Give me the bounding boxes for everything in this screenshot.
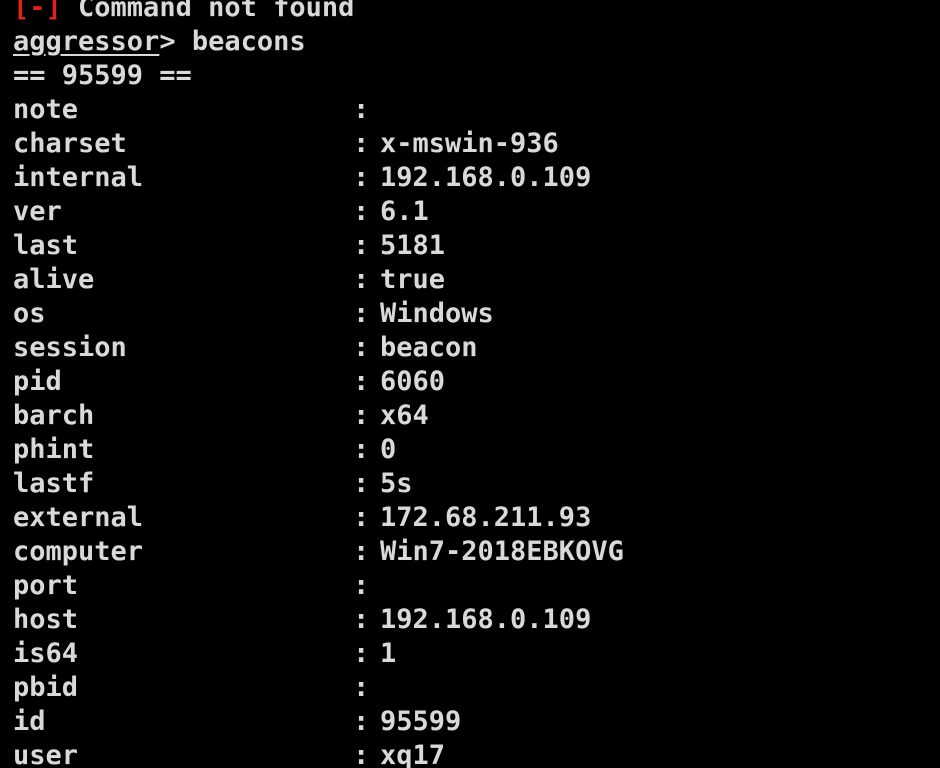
field-value: true bbox=[380, 264, 446, 295]
field-key: session bbox=[13, 332, 127, 363]
field-row-alive: alive: true bbox=[13, 263, 940, 297]
field-value: 5s bbox=[380, 468, 413, 499]
field-value: 6060 bbox=[380, 366, 446, 397]
terminal-window[interactable]: [-] Command not found aggressor> beacons… bbox=[0, 0, 940, 768]
error-line: [-] Command not found bbox=[13, 0, 940, 25]
field-key: note bbox=[13, 94, 79, 125]
field-row-pbid: pbid: bbox=[13, 671, 940, 705]
field-value: 172.68.211.93 bbox=[380, 502, 592, 533]
field-key: id bbox=[13, 706, 46, 737]
prompt-symbol: > bbox=[159, 26, 176, 57]
prompt-name: aggressor bbox=[13, 26, 160, 57]
field-row-last: last:5181 bbox=[13, 229, 940, 263]
field-value: 1 bbox=[380, 638, 397, 669]
field-value: 5181 bbox=[380, 230, 446, 261]
field-separator: : bbox=[353, 366, 370, 397]
field-row-phint: phint:0 bbox=[13, 433, 940, 467]
field-separator: : bbox=[353, 468, 370, 499]
field-key: lastf bbox=[13, 468, 95, 499]
field-row-external: external:172.68.211.93 bbox=[13, 501, 940, 535]
field-separator: : bbox=[353, 298, 370, 329]
field-value: Win7-2018EBKOVG bbox=[380, 536, 624, 567]
field-key: user bbox=[13, 740, 79, 768]
field-separator: : bbox=[353, 638, 370, 669]
field-separator: : bbox=[353, 536, 370, 567]
field-value: x64 bbox=[380, 400, 429, 431]
field-row-lastf: lastf:5s bbox=[13, 467, 940, 501]
field-key: computer bbox=[13, 536, 144, 567]
command-prompt-line[interactable]: aggressor> beacons bbox=[13, 25, 940, 59]
field-row-host: host:192.168.0.109 bbox=[13, 603, 940, 637]
field-value bbox=[380, 569, 940, 603]
field-row-barch: barch: x64 bbox=[13, 399, 940, 433]
field-value: xq17 bbox=[380, 740, 446, 768]
field-separator: : bbox=[353, 604, 370, 635]
field-value: 6.1 bbox=[380, 196, 429, 227]
field-value: x-mswin-936 bbox=[380, 128, 559, 159]
field-value: beacon bbox=[380, 332, 478, 363]
field-separator: : bbox=[353, 400, 370, 431]
field-row-id: id:95599 bbox=[13, 705, 940, 739]
field-row-user: user: xq17 bbox=[13, 739, 940, 768]
field-row-pid: pid:6060 bbox=[13, 365, 940, 399]
field-key: last bbox=[13, 230, 79, 261]
field-row-is64: is64:1 bbox=[13, 637, 940, 671]
field-separator: : bbox=[353, 332, 370, 363]
field-separator: : bbox=[353, 672, 370, 703]
field-value: 192.168.0.109 bbox=[380, 162, 592, 193]
field-row-charset: charset: x-mswin-936 bbox=[13, 127, 940, 161]
field-key: pbid bbox=[13, 672, 79, 703]
field-separator: : bbox=[353, 264, 370, 295]
field-separator: : bbox=[353, 706, 370, 737]
field-row-note: note: bbox=[13, 93, 940, 127]
field-key: barch bbox=[13, 400, 95, 431]
terminal-output: [-] Command not found aggressor> beacons… bbox=[13, 0, 940, 768]
field-key: ver bbox=[13, 196, 62, 227]
field-separator: : bbox=[353, 740, 370, 768]
field-key: port bbox=[13, 570, 79, 601]
field-separator: : bbox=[353, 162, 370, 193]
field-key: pid bbox=[13, 366, 62, 397]
beacon-header: == 95599 == bbox=[13, 60, 192, 91]
field-separator: : bbox=[353, 230, 370, 261]
command-text: beacons bbox=[175, 26, 306, 57]
field-row-session: session: beacon bbox=[13, 331, 940, 365]
field-key: host bbox=[13, 604, 79, 635]
field-key: phint bbox=[13, 434, 95, 465]
error-marker: [-] bbox=[13, 0, 62, 23]
field-key: internal bbox=[13, 162, 144, 193]
field-value bbox=[380, 93, 940, 127]
error-message: Command not found bbox=[61, 0, 355, 23]
field-value: 192.168.0.109 bbox=[380, 604, 592, 635]
field-row-os: os: Windows bbox=[13, 297, 940, 331]
field-key: charset bbox=[13, 128, 127, 159]
field-separator: : bbox=[353, 94, 370, 125]
field-separator: : bbox=[353, 434, 370, 465]
field-value: 95599 bbox=[380, 706, 462, 737]
field-key: alive bbox=[13, 264, 95, 295]
field-row-internal: internal:192.168.0.109 bbox=[13, 161, 940, 195]
field-value: 0 bbox=[380, 434, 397, 465]
field-row-ver: ver:6.1 bbox=[13, 195, 940, 229]
field-separator: : bbox=[353, 128, 370, 159]
field-value bbox=[380, 671, 940, 705]
field-key: os bbox=[13, 298, 46, 329]
field-key: external bbox=[13, 502, 144, 533]
field-row-port: port: bbox=[13, 569, 940, 603]
field-value: Windows bbox=[380, 298, 494, 329]
field-separator: : bbox=[353, 570, 370, 601]
beacon-field-list: note: charset: x-mswin-936 internal:192.168… bbox=[13, 93, 940, 768]
field-row-computer: computer: Win7-2018EBKOVG bbox=[13, 535, 940, 569]
field-separator: : bbox=[353, 196, 370, 227]
field-separator: : bbox=[353, 502, 370, 533]
field-key: is64 bbox=[13, 638, 79, 669]
